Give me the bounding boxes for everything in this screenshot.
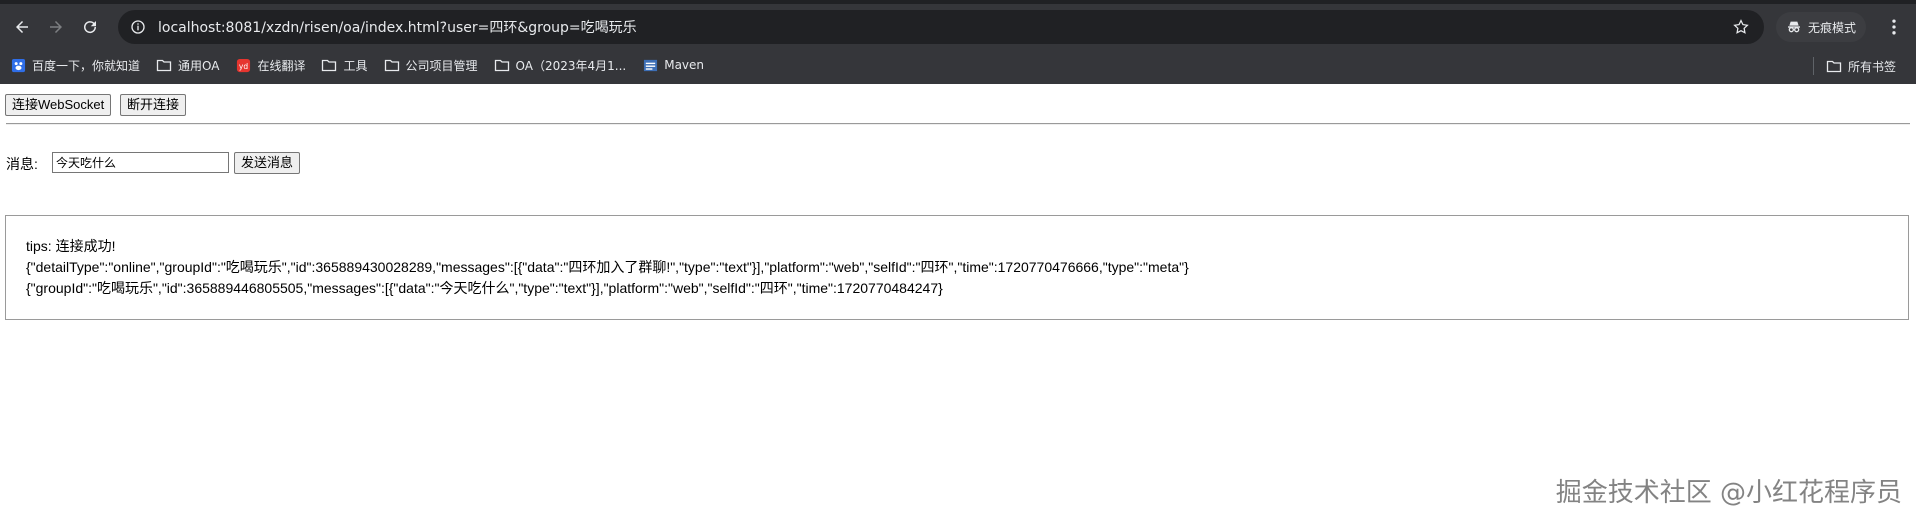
- bookmark-folder-oa[interactable]: 通用OA: [156, 57, 219, 74]
- baidu-icon: [10, 57, 26, 73]
- divider: [6, 123, 1910, 125]
- address-bar[interactable]: localhost:8081/xzdn/risen/oa/index.html?…: [118, 10, 1764, 44]
- watermark: 掘金技术社区 @小红花程序员: [1555, 478, 1902, 508]
- message-log: tips: 连接成功! {"detailType":"online","grou…: [5, 215, 1909, 320]
- bookmark-translate[interactable]: yd 在线翻译: [235, 57, 305, 74]
- browser-menu-button[interactable]: [1884, 16, 1904, 38]
- browser-chrome: localhost:8081/xzdn/risen/oa/index.html?…: [0, 0, 1916, 84]
- forward-button[interactable]: [42, 13, 70, 41]
- incognito-indicator[interactable]: 无痕模式: [1776, 12, 1867, 42]
- all-bookmarks-label: 所有书签: [1847, 59, 1896, 74]
- arrow-right-icon: [50, 21, 62, 33]
- bookmark-folder-tools[interactable]: 工具: [321, 57, 368, 74]
- maven-icon: [642, 57, 658, 73]
- bookmark-label: 百度一下，你就知道: [32, 58, 141, 73]
- connect-websocket-button[interactable]: 连接WebSocket: [5, 94, 112, 116]
- bookmark-star-icon[interactable]: [1732, 18, 1750, 36]
- page-content: 连接WebSocket 断开连接 消息: 发送消息 tips: 连接成功! {"…: [0, 84, 1916, 521]
- browser-toolbar: localhost:8081/xzdn/risen/oa/index.html?…: [0, 6, 1916, 48]
- back-button[interactable]: [8, 13, 36, 41]
- log-line: {"detailType":"online","groupId":"吃喝玩乐",…: [26, 259, 1189, 275]
- bookmark-label: 通用OA: [178, 58, 220, 73]
- disconnect-button[interactable]: 断开连接: [120, 94, 187, 116]
- bookmark-label: 工具: [343, 58, 368, 73]
- folder-icon: [156, 57, 172, 73]
- arrow-left-icon: [16, 21, 28, 33]
- bookmarks-divider: [1812, 57, 1814, 75]
- bookmark-label: OA（2023年4月1...: [515, 58, 627, 73]
- site-info-icon[interactable]: [130, 19, 146, 35]
- svg-text:yd: yd: [239, 61, 248, 70]
- reload-button[interactable]: [76, 13, 104, 41]
- bookmark-label: 在线翻译: [257, 58, 306, 73]
- folder-icon: [1826, 58, 1842, 74]
- tab-strip: [0, 0, 1916, 4]
- folder-icon: [384, 57, 400, 73]
- reload-icon: [84, 21, 97, 34]
- bookmark-maven[interactable]: Maven: [642, 57, 704, 73]
- bookmark-folder-oa-2023[interactable]: OA（2023年4月1...: [494, 57, 627, 74]
- url-text[interactable]: localhost:8081/xzdn/risen/oa/index.html?…: [158, 17, 637, 37]
- folder-icon: [321, 57, 337, 73]
- send-message-button[interactable]: 发送消息: [234, 152, 301, 174]
- log-line: tips: 连接成功!: [26, 238, 116, 254]
- incognito-label: 无痕模式: [1808, 20, 1857, 35]
- bookmark-folder-projects[interactable]: 公司项目管理: [384, 57, 478, 74]
- folder-icon: [494, 57, 510, 73]
- bookmark-label: 公司项目管理: [405, 58, 478, 73]
- youdao-icon: yd: [235, 57, 251, 73]
- message-input[interactable]: [52, 152, 229, 173]
- incognito-icon: [1788, 21, 1800, 33]
- more-vert-icon: [1892, 19, 1896, 35]
- all-bookmarks[interactable]: 所有书签: [1812, 57, 1896, 75]
- bookmark-baidu[interactable]: 百度一下，你就知道: [10, 57, 140, 74]
- message-label: 消息:: [6, 156, 38, 172]
- bookmark-label: Maven: [664, 58, 705, 72]
- log-line: {"groupId":"吃喝玩乐","id":365889446805505,"…: [26, 280, 943, 296]
- bookmarks-bar: 百度一下，你就知道 通用OA yd 在线翻译 工具 公司项目管理 OA（2023…: [0, 51, 1916, 79]
